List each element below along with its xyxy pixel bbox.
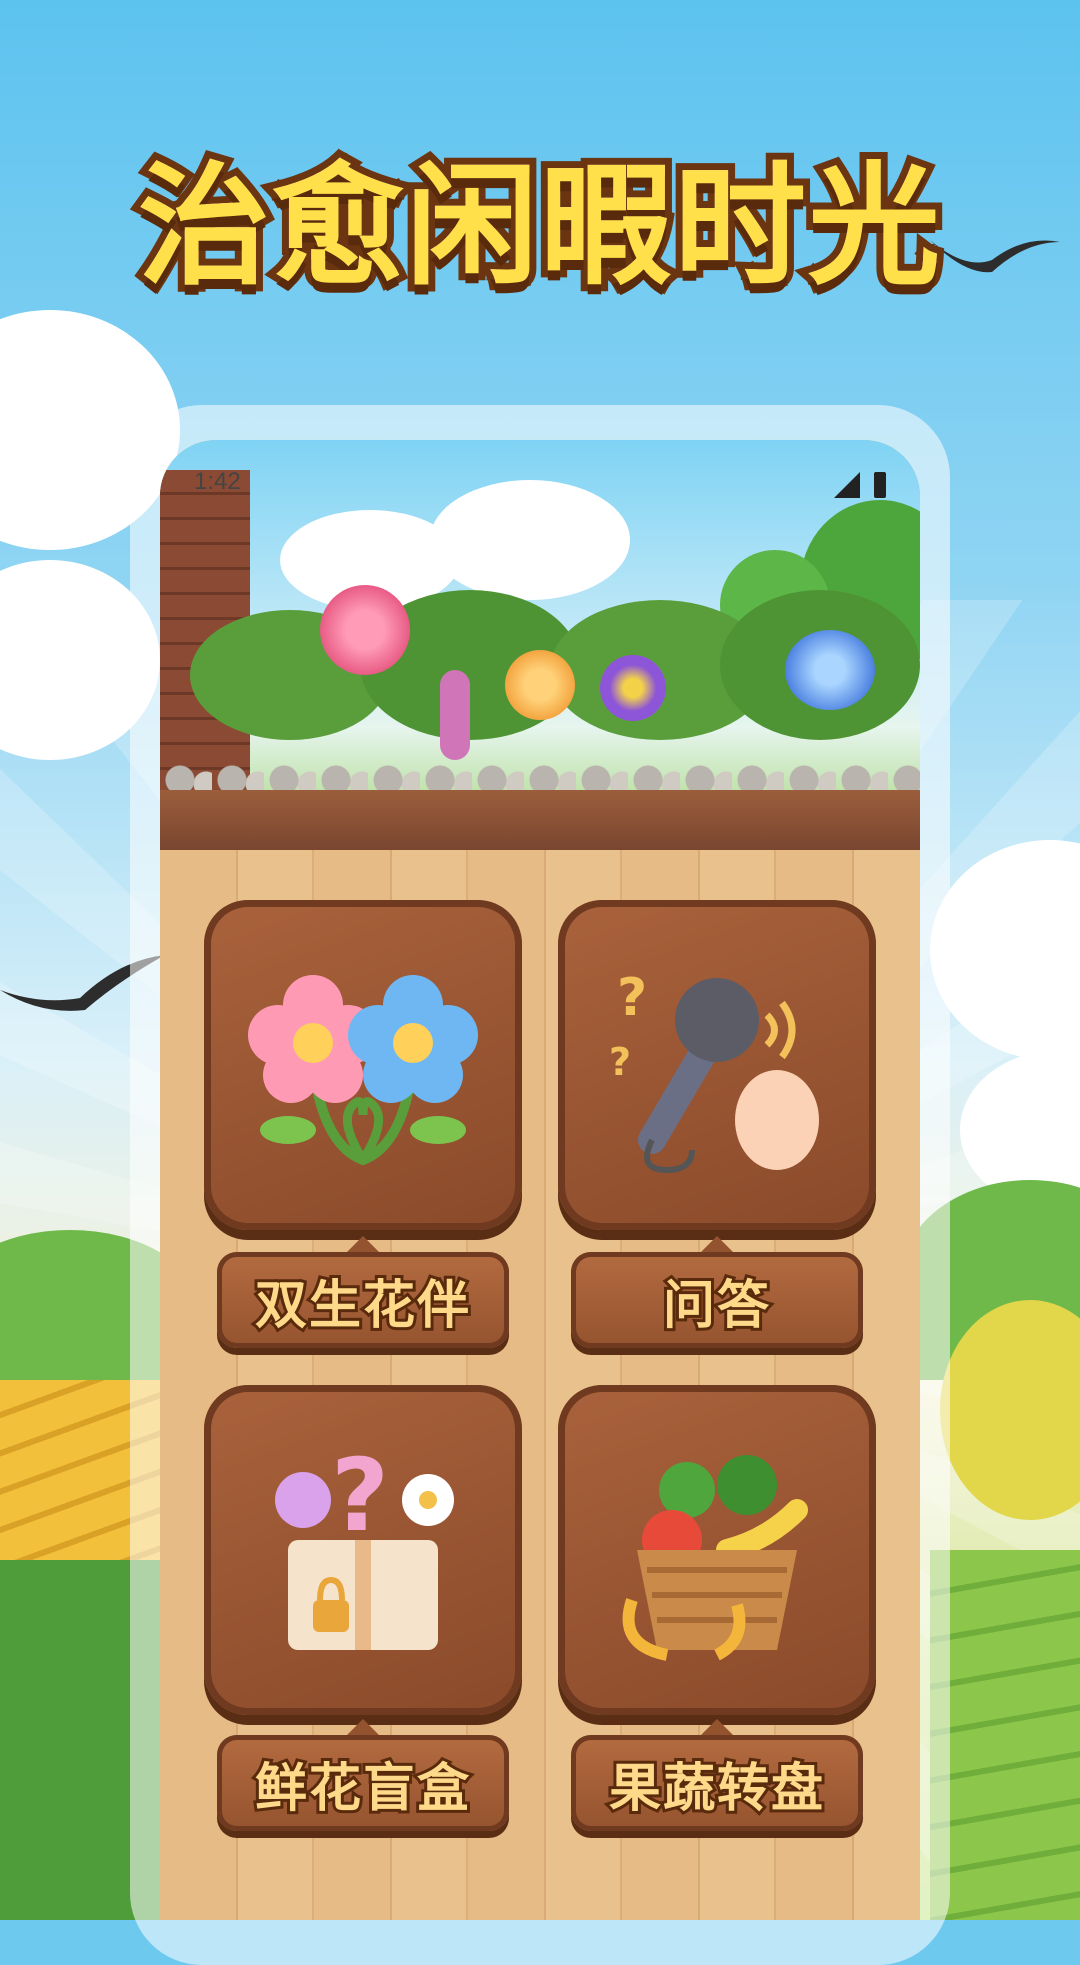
fruit-wheel-label: 果蔬转盘 <box>606 1756 826 1822</box>
twin-flowers-button[interactable]: 双生花伴 <box>217 1236 509 1348</box>
soil <box>160 790 920 850</box>
twin-flowers-icon <box>234 930 492 1200</box>
svg-text:?: ? <box>331 1437 389 1554</box>
battery-icon <box>874 472 886 498</box>
qa-button[interactable]: 问答 <box>571 1236 863 1348</box>
field <box>930 1550 1080 1920</box>
fruit-wheel-button[interactable]: 果蔬转盘 <box>571 1719 863 1831</box>
foxglove-icon <box>440 670 470 760</box>
flower-blind-box-tile[interactable]: ? <box>204 1385 522 1715</box>
menu-area: 双生花伴 ? ? 问答 ? 鲜花盲盒 果蔬转盘 <box>160 850 920 1920</box>
headline: 治愈闲暇时光 <box>0 120 1080 311</box>
fruit-wheel-tile[interactable] <box>558 1385 876 1715</box>
purple-flower-icon <box>600 655 666 721</box>
flower-blind-box-label: 鲜花盲盒 <box>252 1756 472 1822</box>
status-time: 1:42 <box>194 468 241 495</box>
qa-label: 问答 <box>660 1273 772 1339</box>
microphone-qa-icon: ? ? <box>588 930 846 1200</box>
twin-flowers-tile[interactable] <box>204 900 522 1230</box>
twin-flowers-label: 双生花伴 <box>252 1273 472 1339</box>
fruit-vegetable-basket-icon <box>588 1415 846 1685</box>
status-bar: 1:42 <box>194 468 886 508</box>
orange-tulip-icon <box>505 650 575 720</box>
headline-text: 治愈闲暇时光 <box>131 143 947 311</box>
blue-hydrangea-icon <box>785 630 875 710</box>
phone-screen: 1:42 双生花伴 ? ? 问答 ? 鲜花盲盒 果蔬转盘 <box>160 440 920 1920</box>
flower-blind-box-icon: ? <box>234 1415 492 1685</box>
svg-text:?: ? <box>609 1040 631 1084</box>
pink-flower-icon <box>320 585 410 675</box>
flower-blind-box-button[interactable]: 鲜花盲盒 <box>217 1719 509 1831</box>
qa-tile[interactable]: ? ? <box>558 900 876 1230</box>
signal-icon <box>834 472 860 498</box>
svg-text:?: ? <box>617 968 647 1028</box>
